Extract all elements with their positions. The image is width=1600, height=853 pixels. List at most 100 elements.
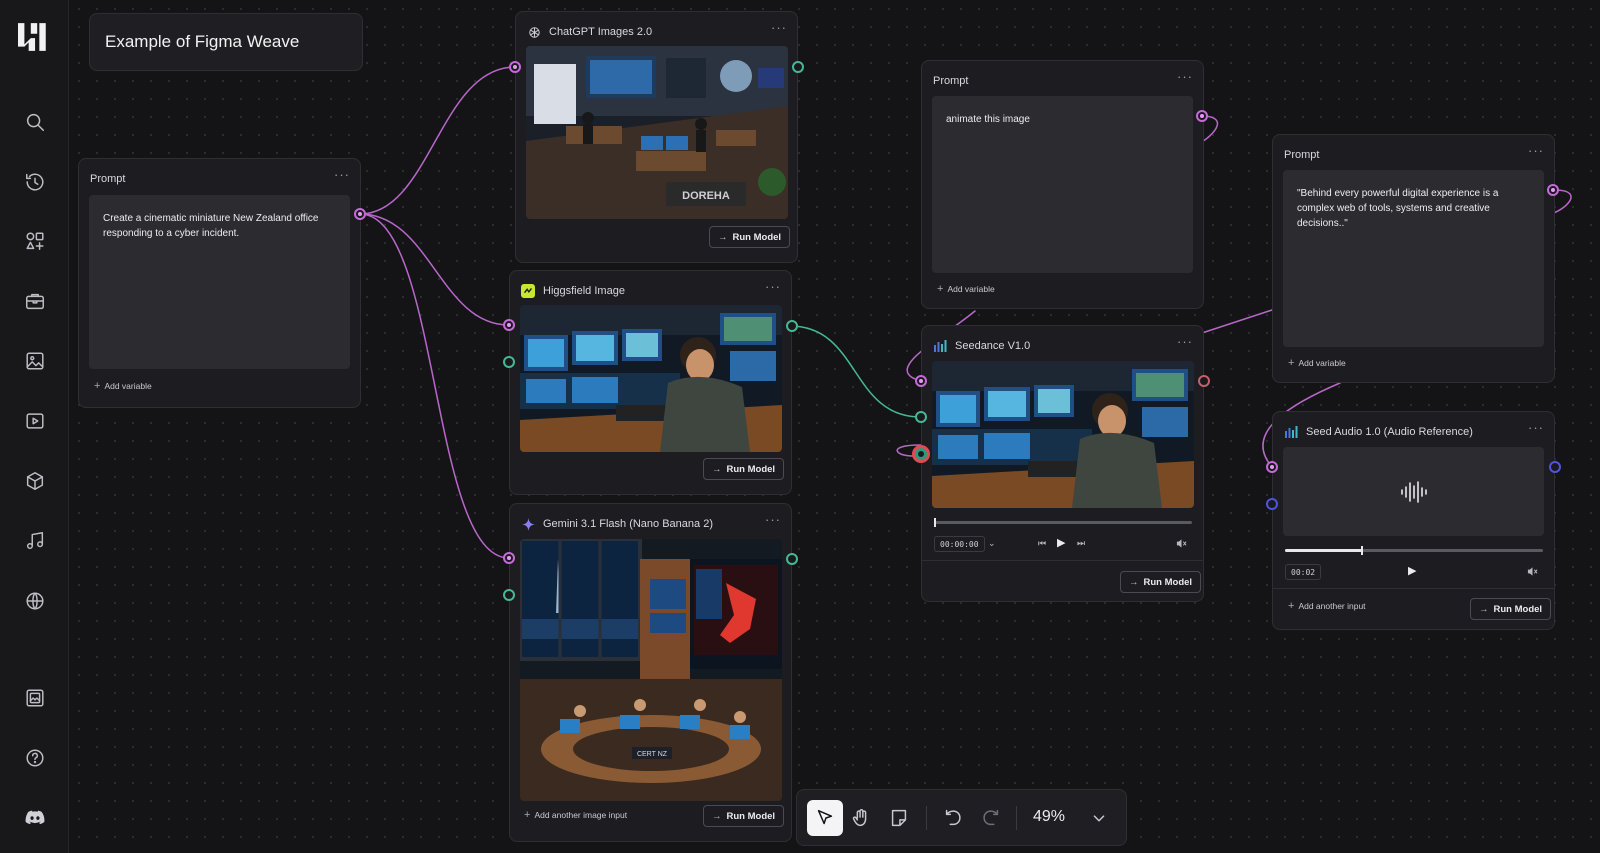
audio-preview[interactable] — [1283, 447, 1544, 536]
prompt-animate-output-port[interactable] — [1196, 110, 1208, 122]
3d-cube-icon[interactable] — [19, 465, 51, 497]
seed-audio-text-input-port[interactable] — [1266, 461, 1278, 473]
add-input-button[interactable]: + Add another input — [1288, 600, 1366, 612]
chatgpt-output-port[interactable] — [792, 61, 804, 73]
arrow-right-icon: → — [712, 810, 722, 822]
add-variable-button[interactable]: + Add variable — [1288, 357, 1346, 369]
seed-audio-output-port[interactable] — [1549, 461, 1561, 473]
higgsfield-image-node[interactable]: Higgsfield Image ··· → Run Model — [509, 270, 792, 495]
node-title: Higgsfield Image — [543, 285, 625, 297]
history-icon[interactable] — [19, 166, 51, 198]
seed-audio-audio-input-port[interactable] — [1266, 498, 1278, 510]
run-model-button[interactable]: → Run Model — [703, 805, 785, 827]
seedance-end-frame-port[interactable] — [912, 445, 930, 463]
help-icon[interactable] — [19, 742, 51, 774]
gemini-image-input-port[interactable] — [503, 589, 515, 601]
play-icon[interactable]: ▶ — [1408, 564, 1416, 577]
plus-icon: + — [937, 283, 944, 295]
discord-icon[interactable] — [19, 802, 51, 834]
prompt-node-quote[interactable]: Prompt ··· "Behind every powerful digita… — [1272, 134, 1555, 383]
chatgpt-images-node[interactable]: ChatGPT Images 2.0 ··· DOREHA → Run Mode… — [515, 11, 798, 263]
prompt-text-field[interactable]: Create a cinematic miniature New Zealand… — [89, 195, 350, 369]
seedance-output-port[interactable] — [1198, 375, 1210, 387]
undo-button[interactable] — [935, 800, 971, 836]
video-icon[interactable] — [19, 405, 51, 437]
gallery-icon[interactable] — [19, 682, 51, 714]
higgsfield-text-input-port[interactable] — [503, 319, 515, 331]
higgsfield-output-port[interactable] — [786, 320, 798, 332]
gemini-flash-node[interactable]: Gemini 3.1 Flash (Nano Banana 2) ··· CER… — [509, 503, 792, 842]
pointer-tool[interactable] — [807, 800, 843, 836]
node-header: Seedance V1.0 — [933, 338, 1193, 354]
chevron-down-icon[interactable]: ⌄ — [988, 538, 996, 549]
prompt-text-field[interactable]: "Behind every powerful digital experienc… — [1283, 170, 1544, 347]
node-menu-button[interactable]: ··· — [765, 513, 781, 526]
divider — [922, 560, 1203, 561]
zoom-dropdown-button[interactable] — [1081, 800, 1117, 836]
play-icon[interactable]: ▶ — [1057, 536, 1065, 549]
gemini-output-port[interactable] — [786, 553, 798, 565]
node-header: Gemini 3.1 Flash (Nano Banana 2) — [521, 516, 781, 532]
toolbox-icon[interactable] — [19, 285, 51, 317]
video-timecode: 00:00:00 — [934, 536, 985, 552]
bar-chart-icon — [933, 339, 947, 353]
node-menu-button[interactable]: ··· — [334, 168, 350, 181]
node-header: Prompt — [1284, 147, 1544, 163]
node-title: ChatGPT Images 2.0 — [549, 26, 653, 38]
seedance-text-input-port[interactable] — [915, 375, 927, 387]
chatgpt-input-port[interactable] — [509, 61, 521, 73]
seedance-node[interactable]: Seedance V1.0 ··· 00:00:00 ⌄ ⏮ ▶ ⏭ → Run… — [921, 325, 1204, 602]
node-menu-button[interactable]: ··· — [771, 21, 787, 34]
music-icon[interactable] — [19, 525, 51, 557]
gemini-text-input-port[interactable] — [503, 552, 515, 564]
seed-audio-node[interactable]: Seed Audio 1.0 (Audio Reference) ··· 00:… — [1272, 411, 1555, 630]
generated-image-analyst-workstation[interactable] — [520, 305, 782, 452]
arrow-right-icon: → — [1129, 576, 1139, 588]
node-menu-button[interactable]: ··· — [1528, 421, 1544, 434]
add-shapes-icon[interactable] — [19, 225, 51, 257]
seedance-image-input-port[interactable] — [915, 411, 927, 423]
hand-tool[interactable] — [843, 800, 879, 836]
plus-icon: + — [1288, 357, 1295, 369]
node-menu-button[interactable]: ··· — [1177, 335, 1193, 348]
prompt-main-output-port[interactable] — [354, 208, 366, 220]
prompt-node-animate[interactable]: Prompt ··· animate this image + Add vari… — [921, 60, 1204, 309]
zoom-level[interactable]: 49% — [1033, 808, 1065, 826]
video-preview[interactable] — [932, 361, 1194, 508]
mute-icon[interactable] — [1176, 538, 1187, 551]
generated-image-cert-nz-ops-room[interactable]: CERT NZ — [520, 539, 782, 801]
node-menu-button[interactable]: ··· — [1177, 70, 1193, 83]
prompt-node-main[interactable]: Prompt ··· Create a cinematic miniature … — [78, 158, 361, 408]
skip-forward-icon[interactable]: ⏭ — [1077, 538, 1085, 549]
video-seek-knob[interactable] — [934, 518, 936, 527]
note-tool[interactable] — [881, 800, 917, 836]
add-image-input-button[interactable]: + Add another image input — [524, 809, 627, 821]
prompt-quote-output-port[interactable] — [1547, 184, 1559, 196]
redo-button[interactable] — [973, 800, 1009, 836]
audio-seek-bar[interactable] — [1285, 546, 1543, 555]
skip-back-icon[interactable]: ⏮ — [1038, 538, 1046, 549]
audio-seek-knob[interactable] — [1361, 546, 1364, 555]
run-model-button[interactable]: → Run Model — [709, 226, 791, 248]
waveform-icon — [1400, 480, 1427, 503]
video-seek-bar[interactable] — [934, 518, 1192, 527]
mute-icon[interactable] — [1527, 566, 1538, 579]
image-caption: DOREHA — [682, 190, 730, 202]
search-icon[interactable] — [19, 106, 51, 138]
higgsfield-image-input-port[interactable] — [503, 356, 515, 368]
prompt-text-field[interactable]: animate this image — [932, 96, 1193, 273]
node-menu-button[interactable]: ··· — [1528, 144, 1544, 157]
node-menu-button[interactable]: ··· — [765, 280, 781, 293]
image-icon[interactable] — [19, 345, 51, 377]
generated-image-office-diorama[interactable]: DOREHA — [526, 46, 788, 219]
globe-icon[interactable] — [19, 585, 51, 617]
add-variable-button[interactable]: + Add variable — [94, 380, 152, 392]
run-model-button[interactable]: → Run Model — [703, 458, 785, 480]
weave-logo-icon[interactable] — [17, 20, 51, 54]
run-model-button[interactable]: → Run Model — [1120, 571, 1202, 593]
add-variable-button[interactable]: + Add variable — [937, 283, 995, 295]
sticky-note-icon — [891, 809, 907, 827]
canvas-title[interactable]: Example of Figma Weave — [89, 13, 363, 71]
weave-app: Example of Figma Weave Prompt ··· Create… — [0, 0, 1600, 853]
run-model-button[interactable]: → Run Model — [1470, 598, 1552, 620]
